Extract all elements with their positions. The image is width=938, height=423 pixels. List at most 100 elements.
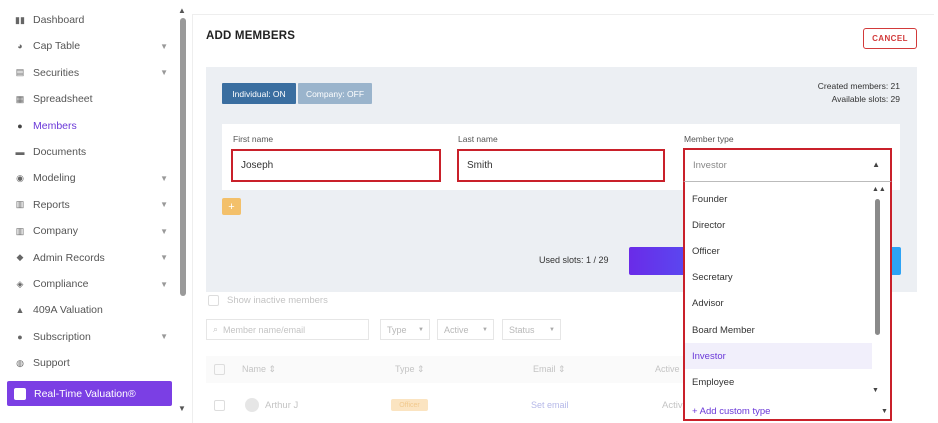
- sidebar-item-securities[interactable]: ▤ Securities ▼: [14, 62, 174, 84]
- member-type-option-advisor[interactable]: Advisor: [685, 291, 872, 317]
- avatar: [245, 398, 259, 412]
- member-type-label: Member type: [684, 134, 734, 144]
- real-time-valuation-button[interactable]: Real-Time Valuation®: [7, 381, 172, 406]
- dropdown-scroll-up-icon[interactable]: ▲▲: [872, 186, 886, 193]
- column-type-label: Type: [395, 364, 415, 374]
- used-slots: Used slots: 1 / 29: [539, 255, 609, 265]
- sidebar: ▮▮ Dashboard ◕ Cap Table ▼ ▤ Securities ▼ ▦ Sprea…: [0, 0, 178, 423]
- sidebar-item-cap-table[interactable]: ◕ Cap Table ▼: [14, 35, 174, 57]
- column-active[interactable]: Active: [655, 364, 680, 374]
- sidebar-item-label: 409A Valuation: [33, 304, 103, 317]
- member-type-option-founder[interactable]: Founder: [685, 186, 872, 212]
- valuation-icon: [14, 387, 26, 400]
- first-name-label: First name: [233, 134, 274, 144]
- member-search-input[interactable]: ⌕ Member name/email: [206, 319, 369, 340]
- sidebar-item-admin-records[interactable]: ◆ Admin Records ▼: [14, 247, 174, 269]
- pie-chart-icon: ◕: [17, 41, 23, 52]
- dropdown-scrollbar[interactable]: [875, 199, 880, 335]
- sidebar-item-label: Reports: [33, 198, 70, 211]
- add-row-button[interactable]: +: [222, 198, 241, 215]
- sidebar-item-label: Modeling: [33, 172, 76, 185]
- sort-icon: ⇕: [417, 364, 425, 374]
- chevron-up-icon: ▲: [872, 160, 880, 169]
- member-type-option-officer[interactable]: Officer: [685, 238, 872, 264]
- row-checkbox[interactable]: [214, 400, 225, 411]
- member-type-dropdown: ▲▲ ▼ ▼ + Add custom type Founder Director…: [683, 182, 892, 421]
- chevron-down-icon: ▼: [482, 326, 488, 333]
- sidebar-item-label: Company: [33, 225, 78, 238]
- sort-icon: ⇕: [558, 364, 566, 374]
- sidebar-item-label: Support: [33, 357, 70, 370]
- last-name-label: Last name: [458, 134, 498, 144]
- member-type-option-board-member[interactable]: Board Member: [685, 317, 872, 343]
- status-filter[interactable]: Status ▼: [502, 319, 561, 340]
- person-icon: ●: [17, 120, 23, 131]
- select-all-checkbox[interactable]: [214, 364, 225, 375]
- sidebar-item-label: Subscription: [33, 330, 91, 343]
- table-header: [206, 356, 686, 383]
- active-filter[interactable]: Active ▼: [437, 319, 494, 340]
- chevron-down-icon: ▼: [160, 279, 168, 289]
- real-time-valuation-label: Real-Time Valuation®: [34, 387, 136, 400]
- column-type[interactable]: Type ⇕: [395, 364, 425, 375]
- chevron-down-icon: ▼: [160, 200, 168, 210]
- individual-toggle[interactable]: Individual: ON: [222, 83, 296, 104]
- sidebar-item-support[interactable]: ◍ Support: [14, 352, 174, 374]
- dropdown-scroll-end-icon[interactable]: ▼: [881, 408, 888, 415]
- scroll-up-arrow-icon[interactable]: ▲: [178, 6, 186, 15]
- sidebar-item-409a-valuation[interactable]: ▲ 409A Valuation: [14, 299, 174, 321]
- member-type-option-investor[interactable]: Investor: [685, 343, 872, 370]
- search-icon: ⌕: [213, 324, 219, 334]
- sidebar-item-compliance[interactable]: ◈ Compliance ▼: [14, 273, 174, 295]
- report-icon: ▥: [15, 199, 25, 210]
- member-type-select[interactable]: Investor ▲: [683, 148, 892, 182]
- active-filter-label: Active: [444, 324, 469, 335]
- set-email-link[interactable]: Set email: [531, 400, 569, 410]
- member-name[interactable]: Arthur J: [265, 400, 298, 411]
- column-name[interactable]: Name ⇕: [242, 364, 276, 375]
- shield-icon: ◈: [16, 278, 24, 289]
- sidebar-item-reports[interactable]: ▥ Reports ▼: [14, 194, 174, 216]
- save-members-button[interactable]: [629, 247, 687, 275]
- sidebar-item-company[interactable]: ▥ Company ▼: [14, 220, 174, 242]
- sidebar-item-spreadsheet[interactable]: ▦ Spreadsheet: [14, 88, 174, 110]
- dollar-icon: ●: [17, 331, 23, 342]
- member-type-option-secretary[interactable]: Secretary: [685, 265, 872, 291]
- sidebar-item-label: Securities: [33, 66, 80, 79]
- dropdown-scroll-down-icon[interactable]: ▼: [872, 387, 879, 394]
- member-type-value: Investor: [693, 160, 727, 171]
- sidebar-scrollbar[interactable]: [180, 18, 186, 296]
- sidebar-item-documents[interactable]: ▬ Documents: [14, 141, 174, 163]
- sidebar-item-dashboard[interactable]: ▮▮ Dashboard: [14, 9, 174, 31]
- member-type-option-director[interactable]: Director: [685, 212, 872, 238]
- chevron-down-icon: ▼: [418, 326, 424, 333]
- chevron-down-icon: ▼: [160, 226, 168, 236]
- status-filter-label: Status: [509, 324, 535, 335]
- sidebar-item-subscription[interactable]: ● Subscription ▼: [14, 326, 174, 348]
- sidebar-item-members[interactable]: ● Members: [14, 115, 174, 137]
- first-name-input[interactable]: Joseph: [231, 149, 441, 182]
- scroll-down-arrow-icon[interactable]: ▼: [178, 404, 186, 413]
- sidebar-item-label: Documents: [33, 146, 87, 158]
- type-filter[interactable]: Type ▼: [380, 319, 430, 340]
- available-slots-count: Available slots: 29: [831, 94, 900, 104]
- chevron-down-icon: ▼: [160, 253, 168, 263]
- column-email[interactable]: Email ⇕: [533, 364, 566, 375]
- page-title: ADD MEMBERS: [206, 30, 296, 42]
- last-name-input[interactable]: Smith: [457, 149, 665, 182]
- clipboard-icon: ▤: [15, 67, 25, 78]
- chevron-down-icon: ▼: [160, 68, 168, 78]
- type-badge: Officer: [391, 399, 428, 411]
- member-counts: Created members: 21 Available slots: 29: [818, 80, 900, 106]
- member-active-status: Activ: [662, 400, 683, 411]
- company-toggle[interactable]: Company: OFF: [298, 83, 372, 104]
- show-inactive-checkbox[interactable]: [208, 295, 219, 306]
- chart-icon: ▲: [15, 305, 25, 316]
- search-placeholder: Member name/email: [223, 324, 306, 335]
- cancel-button[interactable]: CANCEL: [863, 28, 917, 49]
- chevron-down-icon: ▼: [549, 326, 555, 333]
- member-type-option-employee[interactable]: Employee: [685, 369, 872, 395]
- sidebar-item-modeling[interactable]: ◉ Modeling ▼: [14, 167, 174, 189]
- add-custom-type-button[interactable]: + Add custom type: [692, 406, 770, 417]
- records-icon: ◆: [16, 252, 24, 263]
